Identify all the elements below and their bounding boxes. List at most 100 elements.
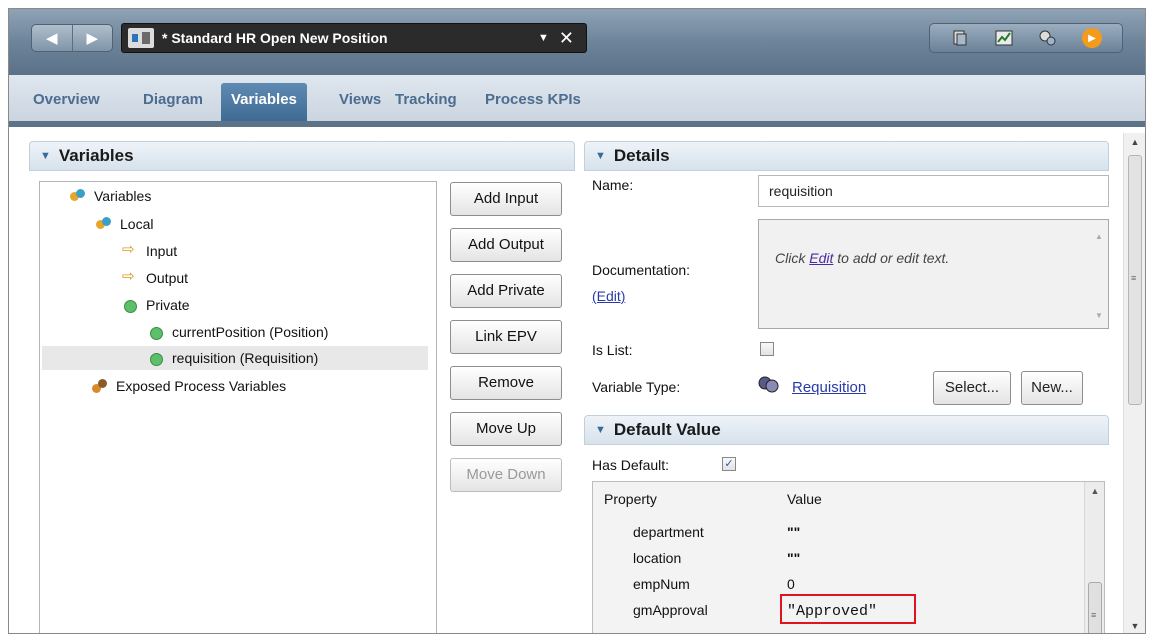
run-icon[interactable]: ▶ [1082,28,1102,48]
history-nav: ◀ ▶ [31,24,113,52]
variable-type-link[interactable]: Requisition [792,379,866,396]
tree-node-requisition[interactable]: requisition (Requisition) [42,346,428,370]
tree-node-label: Exposed Process Variables [116,378,287,394]
editor-tab[interactable]: * Standard HR Open New Position ▼ ✕ [121,23,587,53]
title-bar: ◀ ▶ * Standard HR Open New Position ▼ ✕ [9,9,1145,75]
has-default-checkbox[interactable]: ✓ [722,457,736,471]
tab-tracking[interactable]: Tracking [395,85,457,115]
business-object-icon [758,375,780,395]
private-icon [122,297,138,313]
is-list-checkbox[interactable] [760,342,774,356]
column-header-value[interactable]: Value [787,491,822,507]
add-private-button[interactable]: Add Private [450,274,562,308]
documentation-scrollbar[interactable]: ▲ ▼ [1090,220,1108,328]
private-variable-icon [148,324,164,340]
chevron-down-icon[interactable]: ▼ [538,32,549,44]
private-variable-icon [148,350,164,366]
collapse-triangle-icon[interactable]: ▼ [595,424,606,436]
documentation-edit-link[interactable]: (Edit) [592,288,625,304]
toolbar-actions: ▶ [929,23,1123,53]
documentation-area[interactable]: Click Edit to add or edit text. ▲ ▼ [758,219,1109,329]
forward-button[interactable]: ▶ [71,25,113,51]
name-field[interactable]: requisition [758,175,1109,207]
local-icon [96,216,112,232]
new-type-button[interactable]: New... [1021,371,1083,405]
property-cell: gmApproval [633,602,708,618]
variables-icon [70,188,86,204]
collapse-triangle-icon[interactable]: ▼ [40,150,51,162]
variables-tree[interactable]: Variables Local Input Output Private cur… [39,181,437,633]
tree-node-input[interactable]: Input [122,239,177,263]
value-cell[interactable]: 0 [787,576,795,592]
tree-node-label: Output [146,270,189,286]
process-icon [128,28,154,48]
table-scrollbar[interactable]: ▲ ≡ [1084,482,1104,633]
is-list-label: Is List: [592,342,633,358]
documentation-label: Documentation: [592,262,691,278]
editor-tab-title: * Standard HR Open New Position [162,30,388,46]
chart-icon[interactable] [994,29,1014,47]
exposed-variables-icon [92,378,108,394]
hint-text: to add or edit text. [833,250,950,266]
details-section-header[interactable]: ▼ Details [584,141,1109,171]
default-value-section-header[interactable]: ▼ Default Value [584,415,1109,445]
tab-overview[interactable]: Overview [33,85,100,115]
output-icon [122,267,138,286]
section-title: Details [613,146,670,165]
link-epv-button[interactable]: Link EPV [450,320,562,354]
hint-text: Click [775,250,810,266]
value-cell[interactable]: "" [787,524,800,540]
variables-section-header[interactable]: ▼ Variables [29,141,575,171]
debug-icon[interactable] [1038,29,1058,47]
add-input-button[interactable]: Add Input [450,182,562,216]
property-cell: location [633,550,682,566]
variable-type-label: Variable Type: [592,379,681,395]
name-label: Name: [592,177,634,193]
section-title: Default Value [613,420,721,439]
has-default-label: Has Default: [592,457,670,473]
back-button[interactable]: ◀ [32,25,72,51]
tree-node-label: Variables [94,188,152,204]
tab-views[interactable]: Views [339,85,381,115]
select-type-button[interactable]: Select... [933,371,1011,405]
collapse-triangle-icon[interactable]: ▼ [595,150,606,162]
tab-variables[interactable]: Variables [221,83,307,121]
app-window: ◀ ▶ * Standard HR Open New Position ▼ ✕ [8,8,1146,634]
column-header-property[interactable]: Property [604,491,657,507]
tree-node-current-position[interactable]: currentPosition (Position) [148,320,328,344]
close-icon[interactable]: ✕ [559,28,574,49]
back-icon: ◀ [45,30,58,47]
input-icon [122,240,138,259]
tab-process-kpis[interactable]: Process KPIs [485,85,581,115]
section-title: Variables [58,146,134,165]
scroll-thumb[interactable]: ≡ [1128,155,1142,405]
add-output-button[interactable]: Add Output [450,228,562,262]
editor-scrollbar[interactable]: ▲ ≡ ▼ [1123,133,1145,633]
editor-tabs: Overview Diagram Variables Views Trackin… [9,75,1145,127]
scroll-up-icon[interactable]: ▲ [1124,133,1145,151]
tree-node-output[interactable]: Output [122,266,188,290]
table-header: Property Value [593,482,1104,512]
tree-node-label: Private [146,297,190,313]
move-down-button[interactable]: Move Down [450,458,562,492]
documentation-hint-edit-link[interactable]: Edit [809,250,833,266]
tree-node-label: currentPosition (Position) [172,324,329,340]
forward-icon: ▶ [86,30,99,47]
editor-content: ▼ Variables Variables Local Input Output [9,133,1145,633]
tree-node-exposed-process-variables[interactable]: Exposed Process Variables [92,374,286,398]
highlight-box [780,594,916,624]
snapshot-icon[interactable] [950,29,970,47]
tree-node-label: Input [146,243,178,259]
scroll-down-icon[interactable]: ▼ [1124,617,1145,633]
remove-button[interactable]: Remove [450,366,562,400]
tab-diagram[interactable]: Diagram [143,85,203,115]
tree-node-local[interactable]: Local [96,212,153,236]
move-up-button[interactable]: Move Up [450,412,562,446]
tree-node-label: Local [120,216,154,232]
value-cell[interactable]: "" [787,550,800,566]
property-cell: empNum [633,576,690,592]
property-cell: department [633,524,704,540]
documentation-hint: Click Edit to add or edit text. [775,250,949,266]
tree-node-private[interactable]: Private [122,293,190,317]
tree-node-variables[interactable]: Variables [70,184,151,208]
